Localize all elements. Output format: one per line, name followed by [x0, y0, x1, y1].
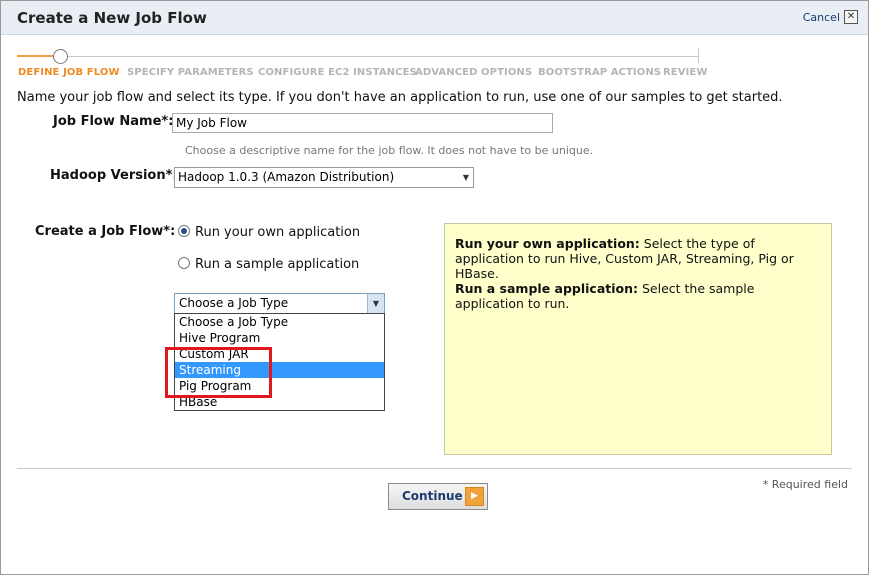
progress-remaining-line [67, 56, 698, 57]
job-type-option[interactable]: Choose a Job Type [175, 314, 384, 330]
annotation-highlight-box [165, 347, 272, 398]
close-icon[interactable]: ✕ [844, 10, 858, 24]
job-type-option[interactable]: Hive Program [175, 330, 384, 346]
run-own-application-label[interactable]: Run your own application [195, 225, 360, 240]
help-info-box: Run your own application: Select the typ… [444, 223, 832, 455]
dialog-title: Create a New Job Flow [17, 9, 207, 27]
job-type-select[interactable]: Choose a Job Type ▼ [174, 293, 385, 314]
info-sample-application: Run a sample application: Select the sam… [455, 281, 821, 311]
dialog: Create a New Job Flow Cancel ✕ DEFINE JO… [0, 0, 869, 575]
radio-selected-dot [181, 228, 187, 234]
footer-divider [17, 468, 852, 469]
step-review: REVIEW [663, 67, 708, 78]
hadoop-version-select[interactable]: Hadoop 1.0.3 (Amazon Distribution) ▼ [174, 167, 474, 188]
step-specify-parameters: SPECIFY PARAMETERS [127, 67, 254, 78]
chevron-down-icon: ▼ [462, 173, 469, 182]
step-advanced-options: ADVANCED OPTIONS [415, 67, 533, 78]
chevron-down-icon[interactable]: ▼ [367, 294, 384, 313]
radio-run-sample-application[interactable] [178, 257, 190, 269]
job-type-value: Choose a Job Type [179, 296, 289, 310]
required-field-note: * Required field [762, 478, 848, 491]
create-job-flow-label: Create a Job Flow*: [35, 224, 176, 239]
hadoop-version-label: Hadoop Version*: [50, 168, 178, 183]
radio-run-own-application[interactable] [178, 225, 190, 237]
continue-label: Continue [402, 489, 463, 503]
info-own-application: Run your own application: Select the typ… [455, 236, 821, 281]
job-flow-name-label: Job Flow Name*: [53, 114, 174, 129]
hadoop-version-value: Hadoop 1.0.3 (Amazon Distribution) [178, 170, 395, 184]
step-bootstrap-actions: BOOTSTRAP ACTIONS [538, 67, 662, 78]
progress-complete-line [17, 55, 55, 57]
run-sample-application-label[interactable]: Run a sample application [195, 257, 359, 272]
progress-end-marker [698, 48, 699, 63]
current-step-marker [53, 49, 68, 64]
play-arrow-icon: ▶ [465, 487, 484, 506]
continue-button[interactable]: Continue ▶ [388, 483, 488, 510]
step-configure-ec2: CONFIGURE EC2 INSTANCES [258, 67, 417, 78]
job-flow-name-input[interactable]: My Job Flow [172, 113, 553, 133]
job-flow-name-hint: Choose a descriptive name for the job fl… [185, 144, 594, 157]
intro-text: Name your job flow and select its type. … [17, 90, 783, 105]
info-own-title: Run your own application: [455, 236, 640, 251]
step-define-job-flow: DEFINE JOB FLOW [18, 67, 120, 78]
info-sample-title: Run a sample application: [455, 281, 639, 296]
cancel-link[interactable]: Cancel [803, 11, 840, 24]
dialog-titlebar: Create a New Job Flow Cancel ✕ [1, 1, 868, 35]
